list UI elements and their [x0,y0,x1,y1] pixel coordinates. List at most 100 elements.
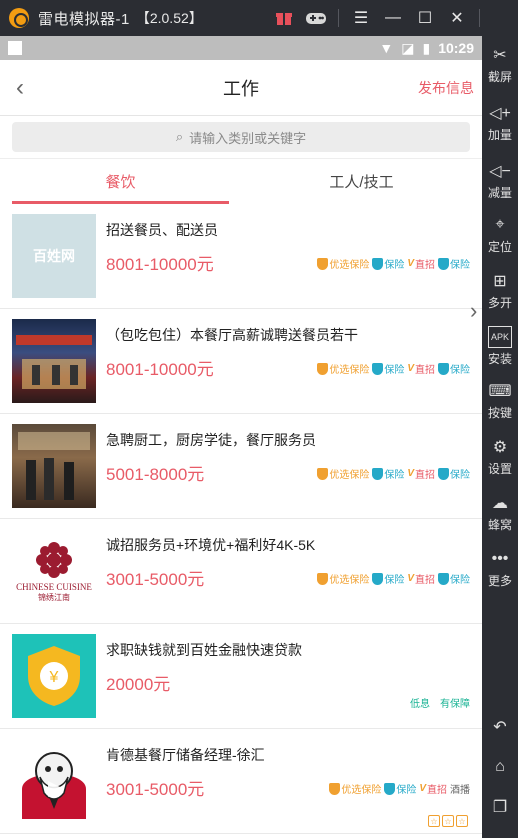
gear-icon: ⚙ [492,439,508,456]
multi-window-icon: ⊞ [493,273,507,290]
sidebar-item-back[interactable]: ↶ [482,716,518,740]
divider [338,9,339,27]
badge-row: 优选保险 保险 V 直招 保险 [317,361,470,376]
search-input[interactable]: ⌕ 请输入类别或关键字 [12,122,470,152]
job-thumbnail: ¥ [12,634,96,718]
mini-badge-icon: ☆ [456,815,468,827]
badge-insurance: 保险 [438,361,470,376]
v-icon: V [407,573,414,584]
sidebar-item-label: 按键 [487,406,512,420]
list-item[interactable]: 百姓网 招送餐员、配送员 8001-10000元 优选保险 保险 V 直招 保险 [0,204,482,309]
shield-icon [438,257,449,270]
badge-direct-hire: V 直招 [407,468,435,481]
volume-down-icon: ◁− [489,163,511,180]
badge-direct-hire: V 直招 [419,783,447,796]
mini-badge-icon: ☆ [428,815,440,827]
hive-icon: ☁ [492,495,508,512]
job-title: 急聘厨工，厨房学徒，餐厅服务员 [106,432,316,448]
list-item[interactable]: CHINESE CUISINE 锦绣江南 诚招服务员+环境优+福利好4K-5K … [0,519,482,624]
more-icon: ••• [491,550,509,567]
phone-screen: ▼ ◪ ▮ 10:29 ‹ 工作 发布信息 ⌕ 请输入类别或关键字 餐饮 工人/… [0,36,482,838]
status-bar: ▼ ◪ ▮ 10:29 [0,36,482,60]
sidebar-item-settings[interactable]: ⚙ 设置 [482,436,518,477]
emulator-title: 雷电模拟器-1 [38,10,130,28]
badge-insurance: 保险 [438,256,470,271]
list-item[interactable]: 急聘厨工，厨房学徒，餐厅服务员 5001-8000元 优选保险 保险 V 直招 保… [0,414,482,519]
sidebar-item-more[interactable]: ••• 更多 [482,548,518,589]
sidebar-item-label: 加量 [487,128,512,142]
mini-badge-icon: ☆ [442,815,454,827]
shield-icon [317,467,329,480]
chevron-right-icon[interactable]: › [470,298,482,334]
job-thumbnail: CHINESE CUISINE 锦绣江南 [12,529,96,613]
sidebar-item-screenshot[interactable]: ✂ 截屏 [482,44,518,85]
emulator-logo-icon [9,8,29,28]
list-item[interactable]: （包吃包住）本餐厅高薪诚聘送餐员若干 8001-10000元 优选保险 保险 V… [0,309,482,414]
sidebar-item-label: 多开 [487,296,512,310]
job-salary: 20000元 [106,675,171,694]
badge-row: 优选保险 保险 V 直招 保险 [317,571,470,586]
kitchen-photo [18,432,90,500]
gift-icon[interactable] [268,0,300,36]
shield-icon [438,362,449,375]
back-arrow-icon[interactable]: ‹ [0,60,40,116]
shield-icon [372,362,384,375]
badge-premium-insurance: 优选保险 [317,571,369,586]
category-tabs: 餐饮 工人/技工 [0,158,482,204]
shield-icon [317,572,329,585]
badge-insurance: 保险 [372,256,404,271]
page-title: 工作 [223,78,259,99]
tab-label: 餐饮 [105,174,136,191]
sidebar-item-label: 安装 [487,352,512,366]
publish-button[interactable]: 发布信息 [418,78,474,98]
v-icon: V [407,468,414,479]
job-title: 肯德基餐厅储备经理-徐汇 [106,747,265,763]
badge-direct-hire: V 直招 [407,363,435,376]
tab-workers[interactable]: 工人/技工 [241,159,482,204]
sidebar-item-hive[interactable]: ☁ 蜂窝 [482,492,518,533]
badge-guaranteed: 有保障 [440,699,470,710]
search-placeholder: 请输入类别或关键字 [189,130,307,146]
tab-catering[interactable]: 餐饮 [0,159,241,204]
shield-icon [438,572,449,585]
sidebar-item-keys[interactable]: ⌨ 按键 [482,380,518,421]
emulator-version: 【2.0.52】 [135,10,203,26]
apk-icon: APK [488,326,512,348]
list-item[interactable]: 肯德基餐厅储备经理-徐汇 3001-5000元 优选保险 保险 V 直招 酒播 ☆… [0,729,482,834]
sidebar-item-install[interactable]: APK 安装 [482,326,518,367]
scissors-icon: ✂ [493,47,507,64]
sidebar-item-volume-up[interactable]: ◁+ 加量 [482,102,518,143]
mini-badge-row: ☆ ☆ ☆ [428,815,468,827]
v-icon: V [419,783,426,794]
badge-row: 优选保险 保险 V 直招 保险 [317,256,470,271]
emulator-sidebar: ✂ 截屏 ◁+ 加量 ◁− 减量 ⌖ 定位 ⊞ 多开 APK 安装 ⌨ 按键 ⚙… [482,0,518,838]
gamepad-icon[interactable] [300,0,332,36]
shield-icon [372,257,384,270]
thumbnail-brand: 百姓网 [33,248,75,264]
menu-icon[interactable]: ☰ [345,0,377,36]
maximize-icon[interactable]: ☐ [409,0,441,36]
sidebar-item-multi-open[interactable]: ⊞ 多开 [482,270,518,311]
sidebar-item-location[interactable]: ⌖ 定位 [482,214,518,255]
job-title: 招送餐员、配送员 [106,222,218,238]
sidebar-item-volume-down[interactable]: ◁− 减量 [482,160,518,201]
list-item[interactable]: ¥ 求职缺钱就到百姓金融快速贷款 20000元 低息 有保障 [0,624,482,729]
sidebar-item-label: 截屏 [487,70,512,84]
badge-insurance: 保险 [372,571,404,586]
volume-up-icon: ◁+ [489,105,511,122]
badge-premium-insurance: 优选保险 [329,781,381,796]
badge-wine: 酒播 [450,785,470,796]
tab-label: 工人/技工 [329,174,394,191]
sidebar-item-home[interactable]: ⌂ [482,756,518,780]
sidebar-item-recent[interactable]: ❐ [482,796,518,820]
job-thumbnail [12,424,96,508]
close-icon[interactable]: ✕ [441,0,473,36]
badge-insurance: 保险 [372,466,404,481]
kfc-logo-icon [16,743,92,819]
minimize-icon[interactable]: — [377,0,409,36]
shield-icon [317,257,329,270]
sidebar-item-label: 定位 [487,240,512,254]
divider [479,9,480,27]
emulator-titlebar: 雷电模拟器-1 【2.0.52】 ☰ — ☐ ✕ « [0,0,518,36]
yuan-shield-icon: ¥ [28,646,80,706]
